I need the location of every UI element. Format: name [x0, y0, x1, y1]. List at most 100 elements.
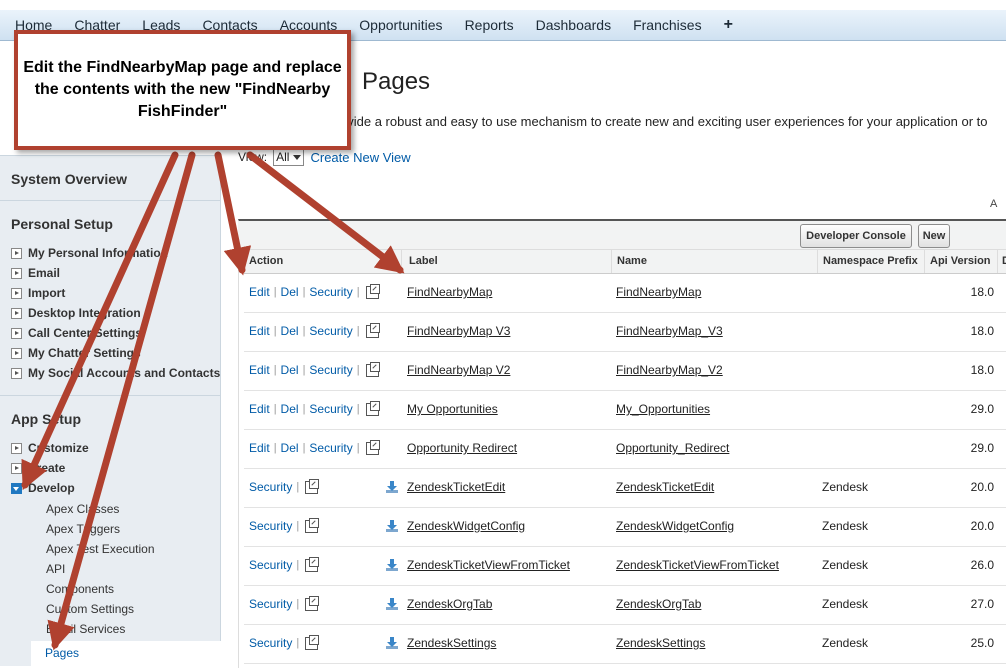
sidebar-item-my-social-accounts-and-contacts[interactable]: My Social Accounts and Contacts	[11, 366, 220, 380]
page-name-link[interactable]: FindNearbyMap	[616, 285, 701, 299]
expand-toggle-icon[interactable]	[11, 247, 22, 259]
page-label-link[interactable]: My Opportunities	[407, 402, 498, 416]
page-name-link[interactable]: ZendeskOrgTab	[616, 597, 701, 611]
delete-link[interactable]: Del	[281, 441, 299, 455]
row-actions: Security |	[249, 556, 320, 572]
security-link[interactable]: Security	[309, 441, 352, 455]
security-link[interactable]: Security	[249, 558, 292, 572]
preview-icon[interactable]	[305, 634, 320, 650]
preview-icon[interactable]	[305, 595, 320, 611]
tab-franchises[interactable]: Franchises	[622, 17, 712, 33]
preview-icon[interactable]	[365, 322, 380, 338]
page-name-link[interactable]: My_Opportunities	[616, 402, 710, 416]
edit-link[interactable]: Edit	[249, 324, 270, 338]
security-link[interactable]: Security	[249, 480, 292, 494]
sidebar-item-my-chatter-settings[interactable]: My Chatter Settings	[11, 346, 141, 360]
column-header-name[interactable]: Name	[617, 255, 647, 267]
add-tab-button[interactable]: +	[713, 16, 744, 34]
column-header-description[interactable]: D	[1002, 255, 1006, 267]
sidebar-item-develop[interactable]: Develop	[11, 481, 75, 495]
page-label-link[interactable]: FindNearbyMap V3	[407, 324, 510, 338]
expand-toggle-icon[interactable]	[11, 287, 22, 299]
sidebar-subitem-custom-settings[interactable]: Custom Settings	[46, 602, 134, 616]
action-separator: |	[356, 286, 360, 298]
view-label: View:	[238, 150, 268, 164]
page-label-link[interactable]: FindNearbyMap	[407, 285, 492, 299]
security-link[interactable]: Security	[249, 519, 292, 533]
edit-link[interactable]: Edit	[249, 363, 270, 377]
sidebar-item-customize[interactable]: Customize	[11, 441, 89, 455]
expand-toggle-icon[interactable]	[11, 327, 22, 339]
page-label-link[interactable]: Opportunity Redirect	[407, 441, 517, 455]
view-select[interactable]: All	[273, 148, 305, 166]
expand-toggle-icon[interactable]	[11, 307, 22, 319]
page-label-link[interactable]: FindNearbyMap V2	[407, 363, 510, 377]
security-link[interactable]: Security	[249, 636, 292, 650]
delete-link[interactable]: Del	[281, 285, 299, 299]
expand-toggle-icon[interactable]	[11, 267, 22, 279]
edit-link[interactable]: Edit	[249, 285, 270, 299]
delete-link[interactable]: Del	[281, 363, 299, 377]
sidebar-subitem-apex-classes[interactable]: Apex Classes	[46, 502, 119, 516]
page-name-link[interactable]: ZendeskTicketEdit	[616, 480, 714, 494]
tab-reports[interactable]: Reports	[454, 17, 525, 33]
developer-console-button[interactable]: Developer Console	[800, 224, 912, 248]
expand-toggle-icon[interactable]	[11, 347, 22, 359]
action-separator: |	[273, 286, 277, 298]
column-header-api-version[interactable]: Api Version	[930, 255, 991, 267]
sidebar-item-import[interactable]: Import	[11, 286, 65, 300]
system-overview-link[interactable]: System Overview	[0, 156, 220, 187]
sidebar-item-email[interactable]: Email	[11, 266, 60, 280]
edit-link[interactable]: Edit	[249, 441, 270, 455]
column-header-namespace[interactable]: Namespace Prefix	[823, 255, 918, 267]
preview-icon[interactable]	[305, 478, 320, 494]
preview-icon[interactable]	[365, 439, 380, 455]
sidebar-subitem-components[interactable]: Components	[46, 582, 114, 596]
page-label-link[interactable]: ZendeskOrgTab	[407, 597, 492, 611]
sidebar-item-call-center-settings[interactable]: Call Center Settings	[11, 326, 142, 340]
security-link[interactable]: Security	[309, 402, 352, 416]
page-label-link[interactable]: ZendeskWidgetConfig	[407, 519, 525, 533]
sidebar-item-pages[interactable]: Pages	[31, 641, 221, 666]
expand-toggle-icon[interactable]	[11, 442, 22, 454]
page-name-link[interactable]: FindNearbyMap_V2	[616, 363, 723, 377]
page-label-link[interactable]: ZendeskTicketViewFromTicket	[407, 558, 570, 572]
new-page-button[interactable]: New	[918, 224, 950, 248]
preview-icon[interactable]	[365, 361, 380, 377]
sidebar-subitem-email-services[interactable]: Email Services	[46, 622, 125, 636]
alpha-filter-letter[interactable]: A	[990, 198, 997, 210]
column-divider	[924, 250, 925, 273]
page-name-link[interactable]: Opportunity_Redirect	[616, 441, 729, 455]
sidebar-item-my-personal-information[interactable]: My Personal Information	[11, 246, 168, 260]
preview-icon[interactable]	[365, 400, 380, 416]
create-new-view-link[interactable]: Create New View	[310, 150, 410, 165]
preview-icon[interactable]	[305, 556, 320, 572]
sidebar-subitem-apex-triggers[interactable]: Apex Triggers	[46, 522, 120, 536]
sidebar-item-create[interactable]: Create	[11, 461, 65, 475]
expand-toggle-icon[interactable]	[11, 462, 22, 474]
collapse-toggle-icon[interactable]	[11, 482, 22, 494]
security-link[interactable]: Security	[249, 597, 292, 611]
page-name-link[interactable]: ZendeskWidgetConfig	[616, 519, 734, 533]
tab-dashboards[interactable]: Dashboards	[525, 17, 623, 33]
sidebar-subitem-api[interactable]: API	[46, 562, 65, 576]
security-link[interactable]: Security	[309, 324, 352, 338]
delete-link[interactable]: Del	[281, 402, 299, 416]
sidebar-item-desktop-integration[interactable]: Desktop Integration	[11, 306, 141, 320]
column-divider	[611, 250, 612, 273]
page-label-link[interactable]: ZendeskSettings	[407, 636, 496, 650]
security-link[interactable]: Security	[309, 363, 352, 377]
tab-opportunities[interactable]: Opportunities	[348, 17, 453, 33]
security-link[interactable]: Security	[309, 285, 352, 299]
page-name-link[interactable]: ZendeskTicketViewFromTicket	[616, 558, 779, 572]
page-name-link[interactable]: FindNearbyMap_V3	[616, 324, 723, 338]
column-header-label[interactable]: Label	[409, 255, 438, 267]
preview-icon[interactable]	[365, 283, 380, 299]
preview-icon[interactable]	[305, 517, 320, 533]
edit-link[interactable]: Edit	[249, 402, 270, 416]
sidebar-subitem-apex-test-execution[interactable]: Apex Test Execution	[46, 542, 155, 556]
delete-link[interactable]: Del	[281, 324, 299, 338]
expand-toggle-icon[interactable]	[11, 367, 22, 379]
page-name-link[interactable]: ZendeskSettings	[616, 636, 705, 650]
page-label-link[interactable]: ZendeskTicketEdit	[407, 480, 505, 494]
